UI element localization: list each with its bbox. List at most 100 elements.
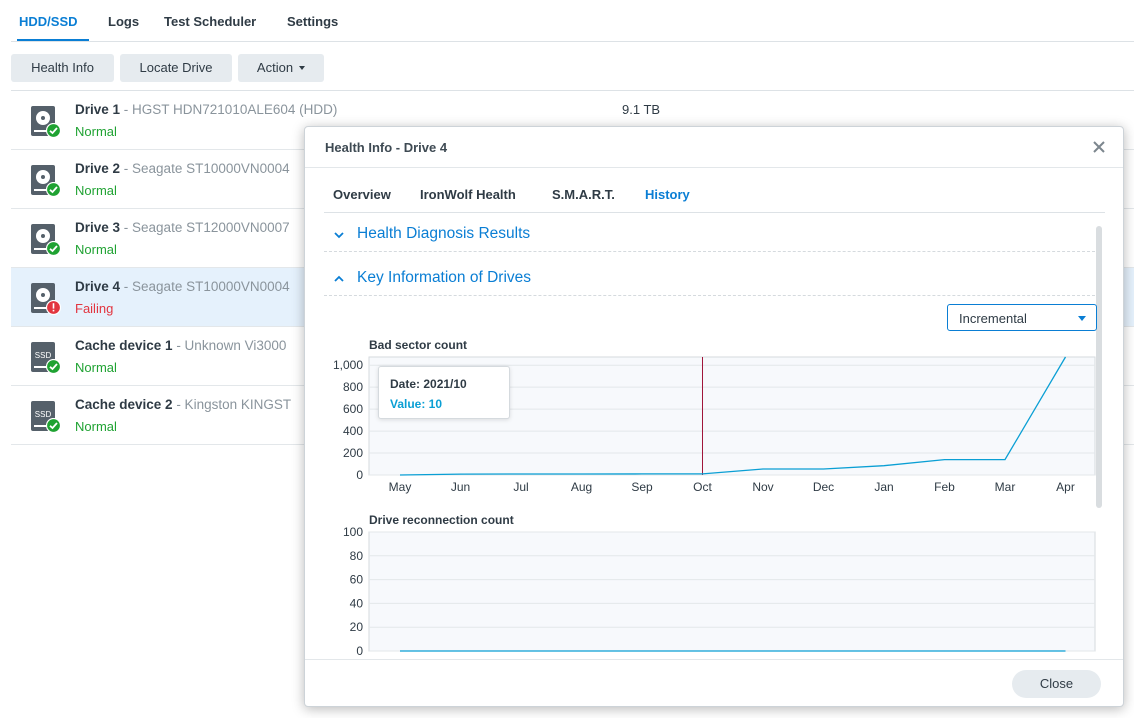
drive-model: - Unknown Vi3000 bbox=[172, 338, 287, 353]
x-tick-label: Aug bbox=[571, 656, 592, 658]
drive-status: Normal bbox=[75, 360, 117, 375]
tab-hdd-ssd[interactable]: HDD/SSD bbox=[19, 14, 78, 29]
x-tick-label: Jul bbox=[513, 656, 528, 658]
close-icon[interactable] bbox=[1091, 139, 1107, 155]
x-tick-label: Jan bbox=[874, 480, 893, 494]
x-tick-label: Sep bbox=[631, 480, 653, 494]
x-tick-label: Dec bbox=[813, 656, 834, 658]
tab-ironwolf-health[interactable]: IronWolf Health bbox=[420, 187, 516, 202]
drive-name: Drive 4 - Seagate ST10000VN0004 bbox=[75, 279, 290, 294]
tab-history[interactable]: History bbox=[645, 187, 690, 202]
drive-reconnection-count-chart: Drive reconnection count 0 20 40 60 80 100 May J… bbox=[343, 513, 1096, 658]
drive-label: Drive 4 bbox=[75, 279, 121, 294]
y-tick-label: 0 bbox=[356, 468, 363, 482]
drive-label: Drive 3 bbox=[75, 220, 121, 235]
chevron-down-icon bbox=[299, 65, 306, 70]
drive-label: Cache device 1 bbox=[75, 338, 173, 353]
y-tick-label: 60 bbox=[350, 573, 364, 587]
chevron-down-icon bbox=[334, 232, 344, 239]
y-tick-label: 400 bbox=[343, 424, 363, 438]
x-tick-label: May bbox=[389, 656, 412, 658]
mode-select[interactable]: Incremental bbox=[947, 304, 1097, 331]
drive-name: Drive 3 - Seagate ST12000VN0007 bbox=[75, 220, 290, 235]
top-tab-bar: HDD/SSD Logs Test Scheduler Settings bbox=[11, 0, 1134, 42]
tooltip-value: Value: 10 bbox=[390, 397, 443, 411]
y-tick-label: 80 bbox=[350, 549, 364, 563]
x-tick-label: Nov bbox=[752, 656, 773, 658]
drive-label: Cache device 2 bbox=[75, 397, 173, 412]
dialog-title: Health Info - Drive 4 bbox=[325, 140, 448, 155]
chart-tooltip: Date: 2021/10 Value: 10 bbox=[378, 366, 510, 419]
drive-model: - Seagate ST10000VN0004 bbox=[120, 279, 290, 294]
dialog-title-divider bbox=[305, 167, 1123, 168]
chevron-up-icon bbox=[334, 275, 344, 282]
section-label: Health Diagnosis Results bbox=[357, 225, 531, 242]
drive-status: Failing bbox=[75, 301, 114, 316]
dialog-footer-divider bbox=[305, 659, 1123, 660]
chevron-down-icon bbox=[1078, 316, 1086, 321]
x-tick-label: May bbox=[389, 480, 412, 494]
drive-name: Drive 1 - HGST HDN721010ALE604 (HDD) bbox=[75, 102, 337, 117]
x-tick-label: Aug bbox=[571, 480, 592, 494]
y-tick-label: 20 bbox=[350, 620, 364, 634]
tab-settings[interactable]: Settings bbox=[287, 14, 338, 29]
x-tick-label: Jan bbox=[874, 656, 893, 658]
chart-title: Drive reconnection count bbox=[369, 513, 514, 527]
dialog-tabs-divider bbox=[324, 212, 1105, 213]
action-menu-button[interactable]: Action bbox=[238, 54, 324, 82]
drive-name: Cache device 1 - Unknown Vi3000 bbox=[75, 338, 286, 353]
y-tick-label: 0 bbox=[356, 644, 363, 658]
action-label: Action bbox=[256, 60, 294, 75]
x-tick-label: Apr bbox=[1056, 480, 1075, 494]
x-tick-label: Oct bbox=[693, 656, 712, 658]
locate-drive-button[interactable]: Locate Drive bbox=[120, 54, 232, 82]
drive-model: - HGST HDN721010ALE604 (HDD) bbox=[120, 102, 338, 117]
plot-area bbox=[368, 531, 1096, 652]
section-health-diagnosis-results[interactable]: Health Diagnosis Results bbox=[324, 224, 1095, 252]
x-tick-label: Jul bbox=[513, 480, 528, 494]
section-label: Key Information of Drives bbox=[357, 269, 532, 286]
drive-model: - Seagate ST10000VN0004 bbox=[120, 161, 290, 176]
x-tick-label: Dec bbox=[813, 480, 834, 494]
alert-badge-icon bbox=[46, 300, 61, 315]
x-tick-label: Mar bbox=[995, 656, 1016, 658]
tooltip-date: Date: 2021/10 bbox=[390, 377, 467, 391]
y-tick-label: 40 bbox=[350, 596, 364, 610]
drive-status: Normal bbox=[75, 183, 117, 198]
close-button[interactable]: Close bbox=[1012, 670, 1101, 698]
health-info-button[interactable]: Health Info bbox=[11, 54, 114, 82]
y-tick-label: 1,000 bbox=[333, 358, 363, 372]
drive-model: - Seagate ST12000VN0007 bbox=[120, 220, 290, 235]
drive-label: Drive 1 bbox=[75, 102, 121, 117]
y-tick-label: 600 bbox=[343, 402, 363, 416]
check-badge-icon bbox=[46, 359, 61, 374]
x-tick-label: Nov bbox=[752, 480, 773, 494]
x-tick-label: Sep bbox=[631, 656, 653, 658]
drive-status: Normal bbox=[75, 242, 117, 257]
section-key-information-of-drives[interactable]: Key Information of Drives bbox=[324, 268, 1095, 296]
x-tick-label: Apr bbox=[1056, 656, 1075, 658]
x-tick-label: Jun bbox=[451, 656, 470, 658]
health-info-dialog: Health Info - Drive 4 Overview IronWolf … bbox=[304, 126, 1124, 707]
x-tick-label: Oct bbox=[693, 480, 712, 494]
tab-test-scheduler[interactable]: Test Scheduler bbox=[164, 14, 256, 29]
drive-label: Drive 2 bbox=[75, 161, 121, 176]
drive-model: - Kingston KINGST bbox=[172, 397, 292, 412]
chart-title: Bad sector count bbox=[369, 338, 467, 352]
drive-size: 9.1 TB bbox=[622, 102, 661, 117]
x-tick-label: Mar bbox=[995, 480, 1016, 494]
active-tab-indicator bbox=[17, 39, 89, 41]
check-badge-icon bbox=[46, 241, 61, 256]
check-badge-icon bbox=[46, 418, 61, 433]
check-badge-icon bbox=[46, 182, 61, 197]
drive-name: Drive 2 - Seagate ST10000VN0004 bbox=[75, 161, 290, 176]
x-tick-label: Jun bbox=[451, 480, 470, 494]
tab-overview[interactable]: Overview bbox=[333, 187, 391, 202]
tab-logs[interactable]: Logs bbox=[108, 14, 139, 29]
y-tick-label: 800 bbox=[343, 380, 363, 394]
y-tick-label: 200 bbox=[343, 446, 363, 460]
drive-status: Normal bbox=[75, 124, 117, 139]
mode-select-value: Incremental bbox=[959, 311, 1027, 326]
x-tick-label: Feb bbox=[934, 480, 955, 494]
tab-smart[interactable]: S.M.A.R.T. bbox=[552, 187, 615, 202]
